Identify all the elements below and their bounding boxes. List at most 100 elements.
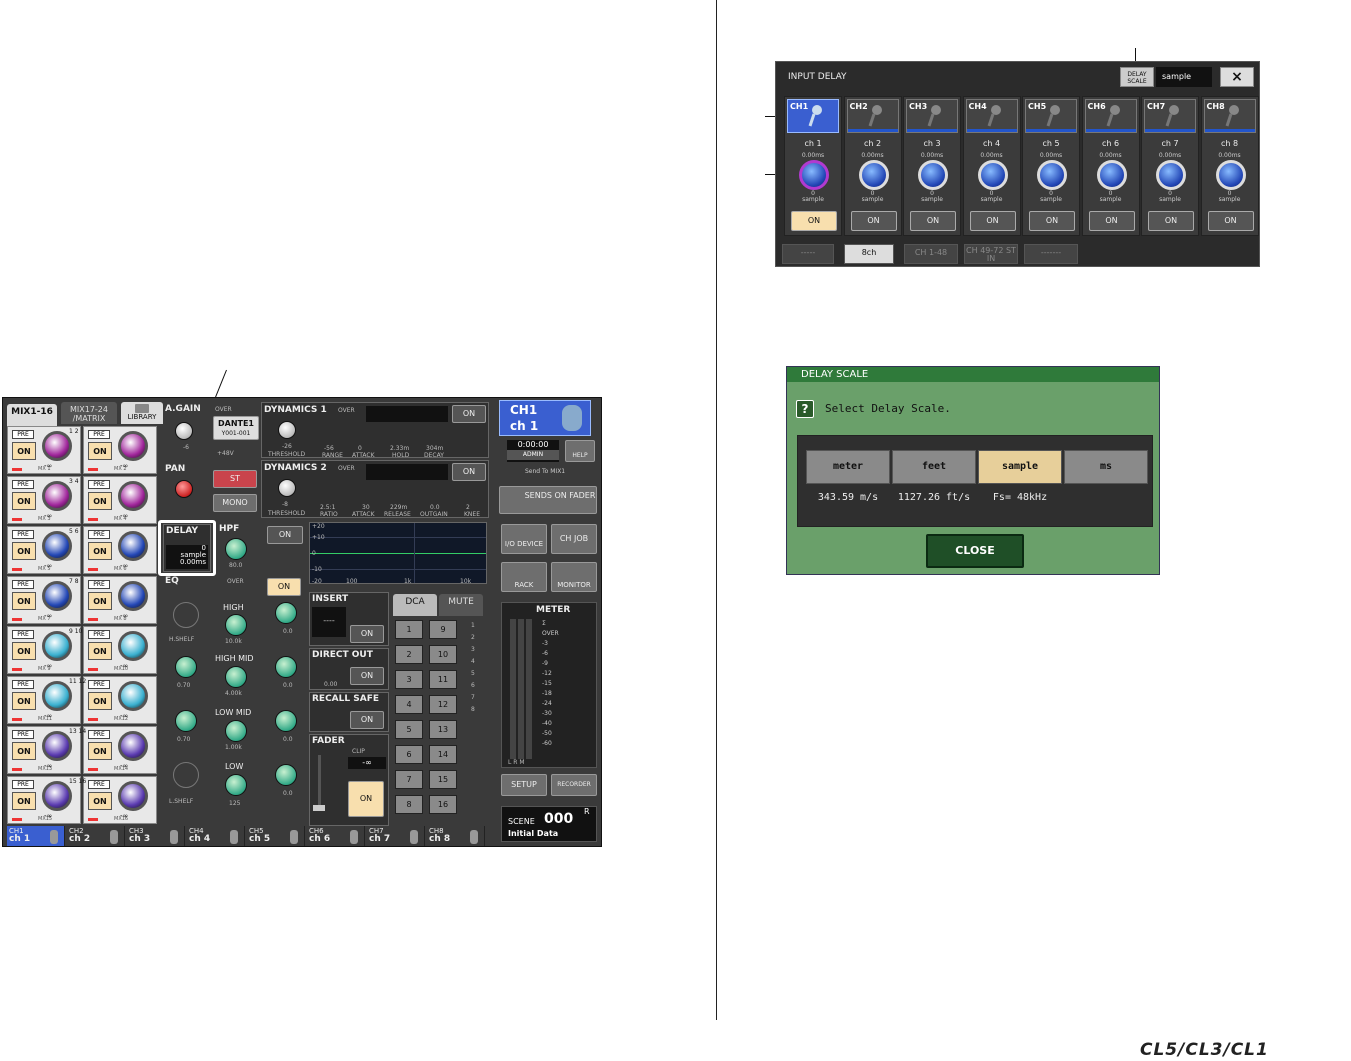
dca-button[interactable]: 1 <box>395 620 423 639</box>
meter-panel[interactable]: METER Σ OVER -3 -6 -9 -12 -15 -18 -24 -30 -40 -50 -6… <box>501 602 597 768</box>
pre-button[interactable]: PRE <box>88 480 110 489</box>
mix-send-cell[interactable]: PRE ON -∞ MX 6 <box>83 526 157 574</box>
dyn1-threshold-knob[interactable] <box>278 421 296 439</box>
dyn2-on-button[interactable]: ON <box>452 463 486 481</box>
dca-button[interactable]: 7 <box>395 770 423 789</box>
mix-send-knob[interactable] <box>118 531 148 561</box>
mix-send-knob[interactable] <box>42 731 72 761</box>
delay-button[interactable]: DELAY 0 sample 0.00ms <box>163 524 211 572</box>
channel-range-tab[interactable]: ------- <box>1024 244 1078 264</box>
mix-on-button[interactable]: ON <box>12 542 36 560</box>
eq-high-shelf-button[interactable] <box>173 602 199 628</box>
scene-display[interactable]: SCENE 000 R Initial Data <box>501 806 597 842</box>
dca-button[interactable]: 15 <box>429 770 457 789</box>
channel-select-button[interactable]: CH2 <box>846 99 899 133</box>
mix-send-cell[interactable]: PRE ON -∞ MX12 <box>83 676 157 724</box>
eq-lm-q-knob[interactable] <box>175 710 197 732</box>
tab-mix17-24-matrix[interactable]: MIX17-24 /MATRIX <box>61 402 117 424</box>
delay-on-button[interactable]: ON <box>910 211 956 231</box>
insert-on-button[interactable]: ON <box>350 625 384 643</box>
recall-safe-on-button[interactable]: ON <box>350 711 384 729</box>
pre-button[interactable]: PRE <box>88 730 110 739</box>
delay-on-button[interactable]: ON <box>1207 211 1254 231</box>
insert-panel[interactable]: INSERT ---- ON <box>309 592 389 646</box>
mix-send-knob[interactable] <box>42 481 72 511</box>
eq-low-shelf-button[interactable] <box>173 762 199 788</box>
delay-on-button[interactable]: ON <box>1148 211 1194 231</box>
mix-send-knob[interactable] <box>118 481 148 511</box>
mix-on-button[interactable]: ON <box>88 442 112 460</box>
channel-select-button[interactable]: CH1 <box>787 99 839 133</box>
scale-sample-button[interactable]: sample <box>978 450 1062 484</box>
pre-button[interactable]: PRE <box>88 680 110 689</box>
eq-hm-gain-knob[interactable] <box>275 656 297 678</box>
eq-hm-freq-knob[interactable] <box>225 666 247 688</box>
close-button[interactable]: CLOSE <box>926 534 1024 568</box>
fader-track[interactable] <box>318 755 321 811</box>
channel-strip-button[interactable]: CH3 ch 3 <box>127 826 185 846</box>
io-device-button[interactable]: I/O DEVICE <box>501 524 547 554</box>
delay-on-button[interactable]: ON <box>850 211 897 231</box>
direct-out-on-button[interactable]: ON <box>350 667 384 685</box>
eq-graph[interactable]: +20 +10 0 -10 -20 100 1k 10k <box>309 522 487 585</box>
scale-ms-button[interactable]: ms <box>1064 450 1148 484</box>
dca-button[interactable]: 10 <box>429 645 457 664</box>
selected-channel-display[interactable]: CH1 ch 1 <box>499 400 591 436</box>
help-button[interactable]: HELP <box>565 440 595 462</box>
mix-on-button[interactable]: ON <box>88 792 112 810</box>
pre-button[interactable]: PRE <box>12 580 34 589</box>
eq-lm-freq-knob[interactable] <box>225 720 247 742</box>
delay-knob[interactable] <box>858 160 889 190</box>
mix-send-knob[interactable] <box>42 681 72 711</box>
monitor-button[interactable]: MONITOR <box>551 562 597 592</box>
rack-button[interactable]: RACK <box>501 562 547 592</box>
analog-gain-knob[interactable] <box>175 422 193 440</box>
mix-on-button[interactable]: ON <box>88 492 112 510</box>
dca-button[interactable]: 6 <box>395 745 423 764</box>
mix-on-button[interactable]: ON <box>88 592 112 610</box>
eq-high-freq-knob[interactable] <box>225 614 247 636</box>
pre-button[interactable]: PRE <box>12 680 34 689</box>
sends-on-fader-button[interactable]: SENDS ON FADER <box>499 486 597 514</box>
delay-on-button[interactable]: ON <box>791 211 837 231</box>
mix-send-knob[interactable] <box>118 431 148 461</box>
mix-send-knob[interactable] <box>42 581 72 611</box>
fader-knob[interactable] <box>313 805 325 811</box>
fader-on-button[interactable]: ON <box>348 781 384 817</box>
mix-on-button[interactable]: ON <box>12 692 36 710</box>
patch-button[interactable]: DANTE1 Y001-001 <box>213 416 259 440</box>
scale-feet-button[interactable]: feet <box>892 450 976 484</box>
recorder-button[interactable]: RECORDER <box>551 774 597 796</box>
close-icon[interactable]: × <box>1220 67 1254 87</box>
tab-dca[interactable]: DCA <box>393 594 437 616</box>
dca-button[interactable]: 11 <box>429 670 457 689</box>
channel-range-tab[interactable]: CH 49-72 ST IN <box>964 244 1018 264</box>
dca-button[interactable]: 2 <box>395 645 423 664</box>
channel-range-tab[interactable]: ----- <box>782 244 834 264</box>
delay-knob[interactable] <box>799 160 829 190</box>
mix-send-knob[interactable] <box>118 731 148 761</box>
setup-button[interactable]: SETUP <box>501 774 547 796</box>
pre-button[interactable]: PRE <box>88 780 110 789</box>
dyn2-threshold-knob[interactable] <box>278 479 296 497</box>
delay-knob[interactable] <box>918 160 948 190</box>
mix-send-cell[interactable]: PRE ON -∞ MX 2 <box>83 426 157 474</box>
tab-mute[interactable]: MUTE <box>439 594 483 616</box>
dynamics2-panel[interactable]: DYNAMICS 2 OVER ON -8 THRESHOLD 2.5:1 30… <box>261 460 489 518</box>
dca-button[interactable]: 8 <box>395 795 423 814</box>
delay-knob[interactable] <box>1037 160 1067 190</box>
tab-mix1-16[interactable]: MIX1-16 <box>7 404 57 426</box>
delay-on-button[interactable]: ON <box>1029 211 1075 231</box>
dca-button[interactable]: 13 <box>429 720 457 739</box>
mix-send-cell[interactable]: PRE ON -∞ MX16 <box>83 776 157 824</box>
channel-strip-button[interactable]: CH2 ch 2 <box>67 826 125 846</box>
mix-send-cell[interactable]: PRE ON -∞ MX 4 <box>83 476 157 524</box>
fader-panel[interactable]: FADER CLIP -∞ ON <box>309 734 389 826</box>
pre-button[interactable]: PRE <box>12 780 34 789</box>
mix-on-button[interactable]: ON <box>12 742 36 760</box>
delay-knob[interactable] <box>977 160 1008 190</box>
delay-knob[interactable] <box>1096 160 1127 190</box>
dyn1-on-button[interactable]: ON <box>452 405 486 423</box>
mix-send-knob[interactable] <box>118 631 148 661</box>
channel-range-tab[interactable]: CH 1-48 <box>904 244 958 264</box>
